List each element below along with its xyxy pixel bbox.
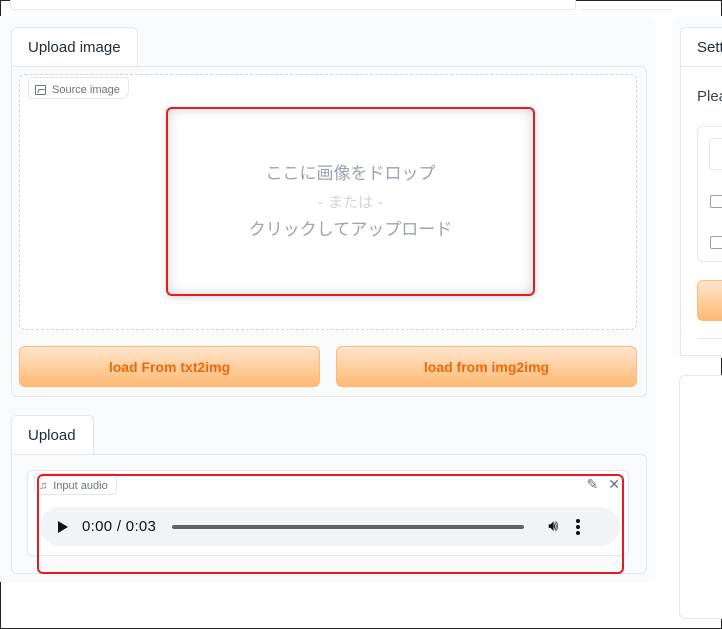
settings-text: Plea [697,88,722,105]
load-from-img2img-button[interactable]: load from img2img [336,346,637,387]
tab-settings[interactable]: Sett [680,27,722,67]
load-from-txt2img-button[interactable]: load From txt2img [19,346,320,387]
audio-highlight-box [37,474,624,574]
settings-divider [697,338,722,339]
settings-input[interactable] [709,138,722,170]
drop-area[interactable]: ここに画像をドロップ - または - クリックしてアップロード [166,107,535,296]
image-icon [35,84,46,95]
drop-text-line1: ここに画像をドロップ [265,163,436,184]
source-image-label: Source image [28,77,129,99]
tab-upload[interactable]: Upload [11,415,94,455]
tab-upload-image[interactable]: Upload image [11,27,138,67]
output-panel [679,375,722,619]
settings-button[interactable] [697,280,722,321]
source-image-label-text: Source image [52,83,120,96]
drop-text-line2: - または - [317,192,384,211]
top-panel-edge [10,0,576,10]
drop-text-line3: クリックしてアップロード [248,219,453,240]
settings-checkbox-1[interactable] [710,195,722,208]
settings-checkbox-2[interactable] [710,236,722,249]
top-panel-edge-right [582,0,672,10]
